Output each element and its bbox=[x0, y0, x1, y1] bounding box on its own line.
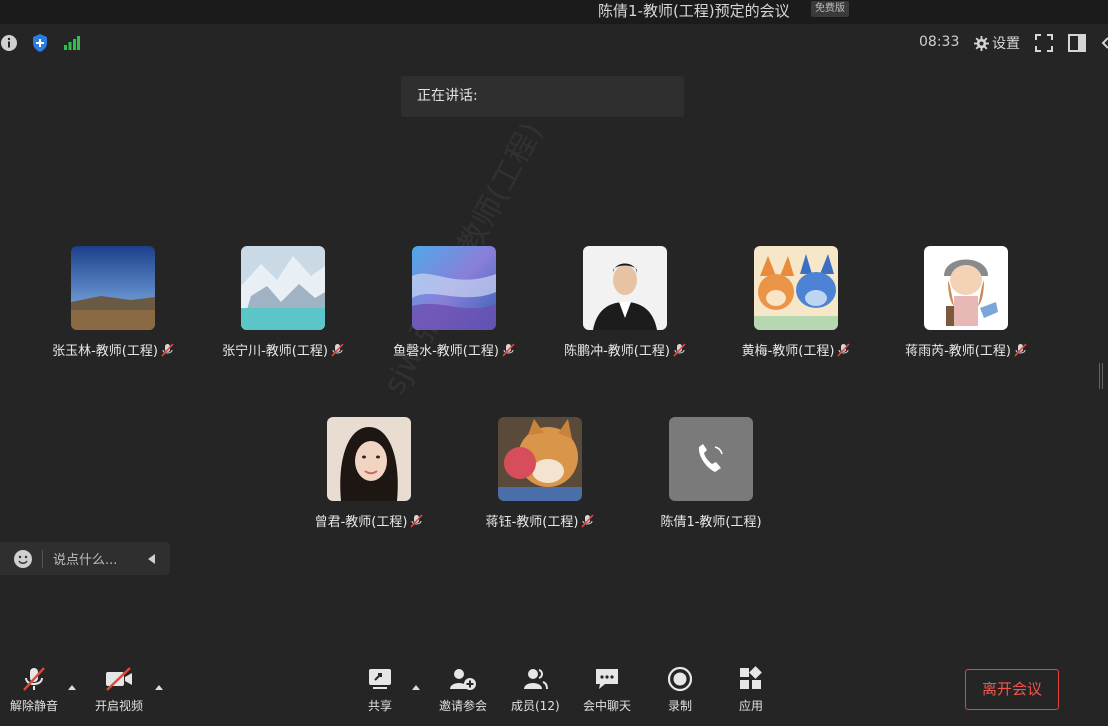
chat-button[interactable]: 会中聊天 bbox=[583, 665, 631, 714]
share-button[interactable]: 共享 bbox=[366, 665, 394, 714]
audio-options-caret[interactable] bbox=[68, 685, 76, 690]
participant-tile[interactable]: 黄梅-教师(工程) bbox=[711, 246, 881, 359]
shield-icon[interactable] bbox=[31, 33, 49, 53]
active-speaker-bar: 正在讲话: bbox=[401, 76, 684, 117]
mic-muted-icon bbox=[837, 342, 851, 357]
mic-muted-icon bbox=[1014, 342, 1027, 357]
participant-name: 蒋钰-教师(工程) bbox=[485, 515, 579, 530]
avatar-waterfall bbox=[241, 246, 325, 330]
avatar-cartoon-girl bbox=[924, 246, 1008, 330]
avatar-landscape bbox=[71, 246, 155, 330]
mic-muted-icon bbox=[673, 342, 686, 357]
resize-handle[interactable] bbox=[1099, 363, 1103, 389]
avatar-painting bbox=[412, 246, 496, 330]
meeting-title: 陈倩1-教师(工程)预定的会议 bbox=[598, 2, 790, 20]
participant-name-row: 张玉林-教师(工程) bbox=[28, 340, 198, 359]
meeting-toolbar: 解除静音 开启视频 共享 邀请参会 成员(12) 会中聊天 录制 应用 bbox=[0, 655, 1108, 726]
start-video-label: 开启视频 bbox=[95, 699, 144, 713]
sidebar-layout-icon[interactable] bbox=[1068, 34, 1086, 52]
mic-muted-icon bbox=[331, 342, 344, 357]
participant-tile[interactable]: 陈倩1-教师(工程) bbox=[626, 417, 796, 530]
add-user-icon bbox=[450, 669, 476, 690]
start-video-button[interactable]: 开启视频 bbox=[95, 665, 143, 714]
avatar-man-suit bbox=[583, 246, 667, 330]
settings-button[interactable]: 设置 bbox=[974, 33, 1020, 53]
title-bar: 陈倩1-教师(工程)预定的会议 免费版 bbox=[0, 0, 1108, 24]
signal-strength-icon[interactable] bbox=[64, 36, 80, 50]
apps-label: 应用 bbox=[738, 699, 763, 713]
participant-name: 曾君-教师(工程) bbox=[314, 515, 408, 530]
mic-muted-icon bbox=[161, 342, 174, 357]
participant-name: 张玉林-教师(工程) bbox=[52, 344, 158, 359]
avatar-shiba bbox=[498, 417, 582, 501]
gear-icon bbox=[974, 35, 989, 51]
mic-off-icon bbox=[23, 667, 45, 691]
avatar-cartoon-dogs bbox=[754, 246, 838, 330]
participant-name-row: 张宁川-教师(工程) bbox=[198, 340, 368, 359]
participant-tile[interactable]: 曾君-教师(工程) bbox=[284, 417, 454, 530]
edition-badge: 免费版 bbox=[811, 1, 849, 17]
participant-tile[interactable]: 张玉林-教师(工程) bbox=[28, 246, 198, 359]
record-icon bbox=[667, 666, 693, 692]
apps-grid-icon bbox=[740, 666, 762, 689]
record-button[interactable]: 录制 bbox=[666, 665, 694, 714]
chat-quick-input[interactable]: 说点什么... bbox=[0, 542, 170, 575]
members-label: 成员(12) bbox=[511, 699, 560, 713]
fullscreen-icon[interactable] bbox=[1035, 34, 1053, 52]
apps-button[interactable]: 应用 bbox=[737, 665, 765, 714]
invite-label: 邀请参会 bbox=[439, 699, 488, 713]
participant-tile[interactable]: 鱼磬水-教师(工程) bbox=[369, 246, 539, 359]
participant-name-row: 蒋钰-教师(工程) bbox=[455, 511, 625, 530]
chat-placeholder[interactable]: 说点什么... bbox=[53, 549, 148, 568]
video-off-icon bbox=[106, 667, 132, 691]
participant-name: 蒋雨芮-教师(工程) bbox=[905, 344, 1011, 359]
participant-name: 张宁川-教师(工程) bbox=[222, 344, 328, 359]
invite-button[interactable]: 邀请参会 bbox=[439, 665, 487, 714]
share-options-caret[interactable] bbox=[412, 685, 420, 690]
participant-tile[interactable]: 张宁川-教师(工程) bbox=[198, 246, 368, 359]
emoji-icon[interactable] bbox=[13, 549, 33, 569]
unmute-label: 解除静音 bbox=[10, 699, 59, 713]
participant-tile[interactable]: 陈鹏冲-教师(工程) bbox=[540, 246, 710, 359]
participant-name: 鱼磬水-教师(工程) bbox=[393, 344, 499, 359]
overflow-icon[interactable] bbox=[1100, 36, 1108, 50]
participant-tile[interactable]: 蒋雨芮-教师(工程) bbox=[881, 246, 1051, 359]
record-label: 录制 bbox=[667, 699, 692, 713]
participant-name: 陈倩1-教师(工程) bbox=[660, 515, 762, 530]
participant-tile[interactable]: 蒋钰-教师(工程) bbox=[455, 417, 625, 530]
members-icon bbox=[524, 669, 549, 690]
leave-meeting-button[interactable]: 离开会议 bbox=[965, 669, 1059, 710]
participant-name-row: 陈鹏冲-教师(工程) bbox=[540, 340, 710, 359]
participant-name-row: 蒋雨芮-教师(工程) bbox=[881, 340, 1051, 359]
participant-name-row: 黄梅-教师(工程) bbox=[711, 340, 881, 359]
settings-label: 设置 bbox=[992, 36, 1020, 52]
participant-name: 黄梅-教师(工程) bbox=[741, 344, 835, 359]
video-options-caret[interactable] bbox=[155, 685, 163, 690]
info-icon[interactable] bbox=[0, 34, 18, 52]
participant-name-row: 陈倩1-教师(工程) bbox=[626, 511, 796, 530]
participant-name-row: 鱼磬水-教师(工程) bbox=[369, 340, 539, 359]
share-label: 共享 bbox=[367, 699, 392, 713]
active-speaker-label: 正在讲话: bbox=[417, 88, 478, 104]
chat-bubble-icon bbox=[596, 669, 618, 689]
unmute-button[interactable]: 解除静音 bbox=[10, 665, 58, 714]
avatar-woman bbox=[327, 417, 411, 501]
mic-muted-icon bbox=[502, 342, 515, 357]
meeting-clock: 08:33 bbox=[919, 34, 960, 50]
members-button[interactable]: 成员(12) bbox=[511, 665, 560, 714]
avatar-phone bbox=[669, 417, 753, 501]
divider bbox=[42, 549, 43, 568]
screen-share-icon bbox=[369, 669, 391, 689]
mic-muted-icon bbox=[410, 513, 424, 528]
participant-name-row: 曾君-教师(工程) bbox=[284, 511, 454, 530]
collapse-left-icon[interactable] bbox=[148, 553, 156, 564]
mic-muted-icon bbox=[581, 513, 595, 528]
participant-name: 陈鹏冲-教师(工程) bbox=[564, 344, 670, 359]
chat-label: 会中聊天 bbox=[583, 699, 632, 713]
